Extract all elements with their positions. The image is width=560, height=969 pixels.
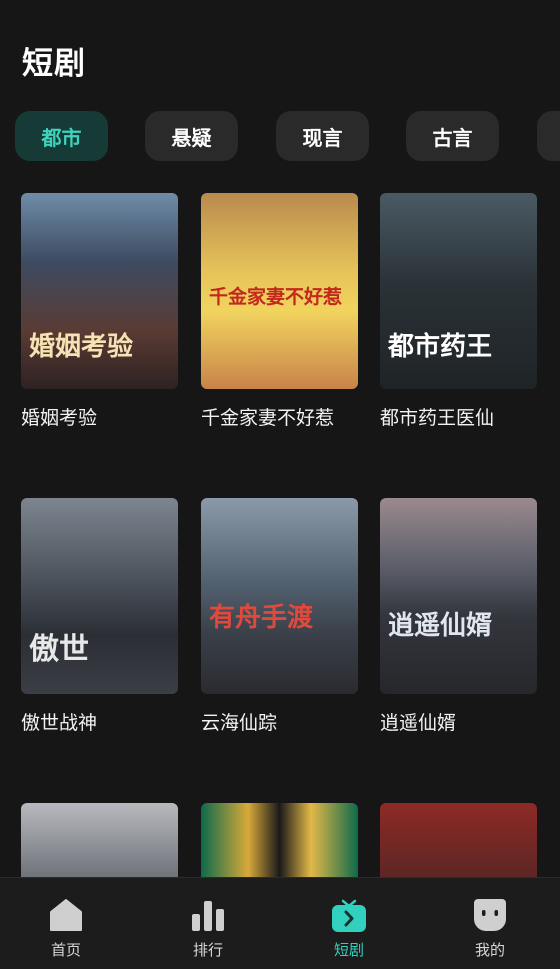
- bottom-nav: 首页 排行 短剧 我的: [0, 877, 560, 969]
- drama-card[interactable]: 有舟手渡 云海仙踪: [201, 498, 358, 735]
- drama-card[interactable]: 逍遥仙婿 逍遥仙婿: [380, 498, 537, 735]
- page-title: 短剧: [22, 46, 86, 82]
- poster-title-art: 傲世: [29, 632, 89, 667]
- profile-icon: [474, 899, 506, 931]
- tab-xuanyi[interactable]: 悬疑: [145, 111, 238, 161]
- drama-card[interactable]: [21, 803, 178, 877]
- tab-xianyan[interactable]: 现言: [276, 111, 369, 161]
- drama-card[interactable]: 千金家妻不好惹 千金家妻不好惹: [201, 193, 358, 430]
- drama-card[interactable]: 婚姻考验 婚姻考验: [21, 193, 178, 430]
- tab-dushi[interactable]: 都市: [15, 111, 108, 161]
- nav-label: 排行: [192, 941, 223, 959]
- drama-title: 婚姻考验: [21, 407, 98, 429]
- drama-title: 傲世战神: [21, 712, 98, 734]
- short-drama-icon: [332, 899, 366, 932]
- drama-poster[interactable]: [21, 803, 178, 877]
- poster-title-art: 有舟手渡: [209, 603, 314, 633]
- drama-title: 逍遥仙婿: [380, 712, 457, 734]
- drama-card[interactable]: 都市药王 都市药王医仙: [380, 193, 537, 430]
- ranking-icon: [192, 901, 224, 931]
- poster-title-art: 婚姻考验: [29, 332, 134, 362]
- drama-poster[interactable]: 都市药王: [380, 193, 537, 389]
- nav-profile[interactable]: 我的: [420, 878, 560, 969]
- nav-short-drama[interactable]: 短剧: [279, 878, 419, 969]
- drama-title: 千金家妻不好惹: [201, 407, 335, 429]
- nav-ranking[interactable]: 排行: [138, 878, 278, 969]
- drama-title: 都市药王医仙: [380, 407, 495, 429]
- drama-poster[interactable]: [380, 803, 537, 877]
- drama-card[interactable]: 傲世 傲世战神: [21, 498, 178, 735]
- nav-label: 我的: [474, 941, 505, 959]
- drama-card[interactable]: [380, 803, 537, 877]
- drama-card[interactable]: [201, 803, 358, 877]
- drama-poster[interactable]: 逍遥仙婿: [380, 498, 537, 694]
- drama-poster[interactable]: 有舟手渡: [201, 498, 358, 694]
- drama-poster[interactable]: 千金家妻不好惹: [201, 193, 358, 389]
- drama-grid: 婚姻考验 婚姻考验 千金家妻不好惹 千金家妻不好惹 都市药王 都市药王医仙 傲世…: [0, 193, 560, 877]
- poster-title-art: 千金家妻不好惹: [209, 286, 343, 308]
- tab-guyan[interactable]: 古言: [406, 111, 499, 161]
- drama-poster[interactable]: 婚姻考验: [21, 193, 178, 389]
- tab-more[interactable]: [537, 111, 560, 161]
- drama-poster[interactable]: [201, 803, 358, 877]
- home-icon: [50, 899, 82, 931]
- category-tabs: 都市 悬疑 现言 古言: [15, 111, 560, 161]
- nav-label: 首页: [50, 941, 81, 959]
- nav-home[interactable]: 首页: [0, 878, 136, 969]
- poster-title-art: 逍遥仙婿: [388, 611, 493, 641]
- drama-poster[interactable]: 傲世: [21, 498, 178, 694]
- drama-title: 云海仙踪: [201, 712, 278, 734]
- nav-label: 短剧: [333, 941, 364, 959]
- poster-title-art: 都市药王: [388, 332, 493, 362]
